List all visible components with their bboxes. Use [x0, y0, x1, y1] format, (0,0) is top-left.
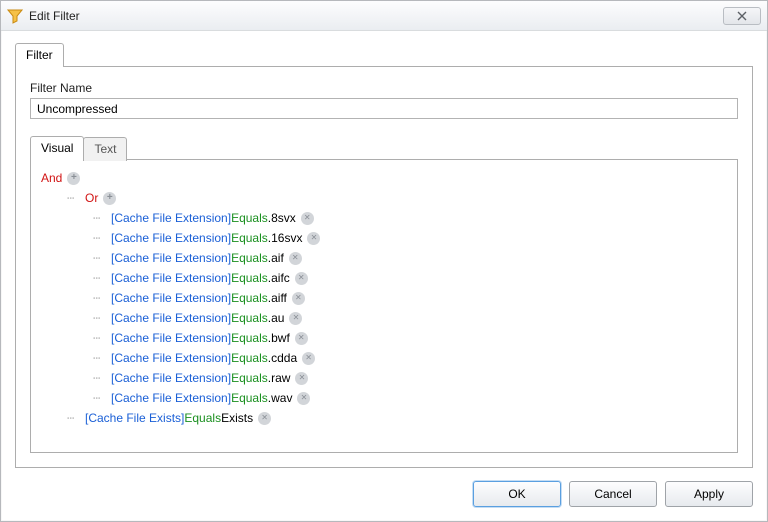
- inner-tabgroup: Visual Text And⋯Or⋯[Cache File Extension…: [30, 135, 738, 451]
- dialog-window: Edit Filter Filter Filter Name: [0, 0, 768, 522]
- delete-icon[interactable]: [289, 312, 302, 325]
- tree-connector: ⋯: [93, 328, 111, 348]
- tree-connector: ⋯: [93, 288, 111, 308]
- close-icon: [737, 11, 747, 21]
- rule-verb[interactable]: Equals: [231, 248, 268, 268]
- delete-icon[interactable]: [307, 232, 320, 245]
- rule-value[interactable]: .bwf: [268, 328, 290, 348]
- rule-row[interactable]: ⋯[Cache File Extension] Equals .8svx: [41, 208, 727, 228]
- tree-connector: ⋯: [93, 208, 111, 228]
- delete-icon[interactable]: [297, 392, 310, 405]
- op-or-row[interactable]: ⋯Or: [41, 188, 727, 208]
- rule-verb[interactable]: Equals: [231, 348, 268, 368]
- rule-value[interactable]: .16svx: [268, 228, 303, 248]
- tab-text-label: Text: [94, 142, 116, 156]
- window-title: Edit Filter: [29, 9, 80, 23]
- rule-row[interactable]: ⋯[Cache File Extension] Equals .aifc: [41, 268, 727, 288]
- visual-editor: And⋯Or⋯[Cache File Extension] Equals .8s…: [30, 159, 738, 453]
- rule-row[interactable]: ⋯[Cache File Extension] Equals .aiff: [41, 288, 727, 308]
- rule-field[interactable]: [Cache File Extension]: [111, 228, 231, 248]
- tree-connector: ⋯: [67, 188, 85, 208]
- filter-icon: [7, 8, 23, 24]
- rule-row[interactable]: ⋯[Cache File Extension] Equals .16svx: [41, 228, 727, 248]
- rule-verb[interactable]: Equals: [231, 288, 268, 308]
- delete-icon[interactable]: [292, 292, 305, 305]
- rule-field[interactable]: [Cache File Extension]: [111, 308, 231, 328]
- rule-field[interactable]: [Cache File Extension]: [111, 328, 231, 348]
- op-and-row[interactable]: And: [41, 168, 727, 188]
- tree-connector: ⋯: [93, 228, 111, 248]
- rule-field[interactable]: [Cache File Extension]: [111, 348, 231, 368]
- rule-value[interactable]: .cdda: [268, 348, 297, 368]
- rule-row[interactable]: ⋯[Cache File Extension] Equals .aif: [41, 248, 727, 268]
- titlebar: Edit Filter: [1, 1, 767, 31]
- tree-connector: ⋯: [67, 408, 85, 428]
- button-bar: OK Cancel Apply: [473, 481, 753, 507]
- rule-value[interactable]: .wav: [268, 388, 293, 408]
- rule-row[interactable]: ⋯[Cache File Extension] Equals .cdda: [41, 348, 727, 368]
- rule-verb[interactable]: Equals: [184, 408, 221, 428]
- tree-connector: ⋯: [93, 348, 111, 368]
- rule-row[interactable]: ⋯[Cache File Extension] Equals .au: [41, 308, 727, 328]
- rule-field[interactable]: [Cache File Extension]: [111, 368, 231, 388]
- rule-field[interactable]: [Cache File Extension]: [111, 288, 231, 308]
- cancel-button[interactable]: Cancel: [569, 481, 657, 507]
- tab-visual[interactable]: Visual: [30, 136, 84, 160]
- rule-verb[interactable]: Equals: [231, 208, 268, 228]
- add-icon[interactable]: [103, 192, 116, 205]
- rule-value[interactable]: .8svx: [268, 208, 296, 228]
- rule-field[interactable]: [Cache File Extension]: [111, 268, 231, 288]
- delete-icon[interactable]: [302, 352, 315, 365]
- delete-icon[interactable]: [295, 272, 308, 285]
- op-or-label: Or: [85, 188, 98, 208]
- rule-row[interactable]: ⋯[Cache File Exists] Equals Exists: [41, 408, 727, 428]
- delete-icon[interactable]: [295, 372, 308, 385]
- rule-field[interactable]: [Cache File Extension]: [111, 248, 231, 268]
- tab-filter[interactable]: Filter: [15, 43, 64, 67]
- tree-connector: ⋯: [93, 388, 111, 408]
- rule-verb[interactable]: Equals: [231, 388, 268, 408]
- ok-button[interactable]: OK: [473, 481, 561, 507]
- filter-name-input[interactable]: [30, 98, 738, 119]
- close-button[interactable]: [723, 7, 761, 25]
- rule-value[interactable]: .au: [268, 308, 285, 328]
- rule-verb[interactable]: Equals: [231, 328, 268, 348]
- tree-connector: ⋯: [93, 248, 111, 268]
- rule-value[interactable]: .aif: [268, 248, 284, 268]
- rule-verb[interactable]: Equals: [231, 228, 268, 248]
- apply-button[interactable]: Apply: [665, 481, 753, 507]
- rule-row[interactable]: ⋯[Cache File Extension] Equals .bwf: [41, 328, 727, 348]
- tree-connector: ⋯: [93, 308, 111, 328]
- rule-value[interactable]: Exists: [221, 408, 253, 428]
- rule-row[interactable]: ⋯[Cache File Extension] Equals .raw: [41, 368, 727, 388]
- delete-icon[interactable]: [295, 332, 308, 345]
- rule-value[interactable]: .aiff: [268, 288, 287, 308]
- rule-verb[interactable]: Equals: [231, 268, 268, 288]
- rule-field[interactable]: [Cache File Extension]: [111, 388, 231, 408]
- delete-icon[interactable]: [301, 212, 314, 225]
- add-icon[interactable]: [67, 172, 80, 185]
- delete-icon[interactable]: [289, 252, 302, 265]
- rule-value[interactable]: .raw: [268, 368, 291, 388]
- rule-field[interactable]: [Cache File Extension]: [111, 208, 231, 228]
- delete-icon[interactable]: [258, 412, 271, 425]
- rule-row[interactable]: ⋯[Cache File Extension] Equals .wav: [41, 388, 727, 408]
- outer-tabgroup: Filter Filter Name Visual Text: [15, 42, 753, 466]
- rule-value[interactable]: .aifc: [268, 268, 290, 288]
- rule-field[interactable]: [Cache File Exists]: [85, 408, 184, 428]
- filter-name-label: Filter Name: [30, 81, 738, 95]
- rule-verb[interactable]: Equals: [231, 308, 268, 328]
- outer-tabpage: Filter Name Visual Text And⋯Or⋯[Cache Fi…: [15, 66, 753, 468]
- tab-filter-label: Filter: [26, 48, 53, 62]
- tab-visual-label: Visual: [41, 141, 73, 155]
- tree-connector: ⋯: [93, 368, 111, 388]
- tab-text[interactable]: Text: [83, 137, 127, 161]
- rule-tree: And⋯Or⋯[Cache File Extension] Equals .8s…: [41, 168, 727, 428]
- op-and-label: And: [41, 168, 62, 188]
- rule-verb[interactable]: Equals: [231, 368, 268, 388]
- tree-connector: ⋯: [93, 268, 111, 288]
